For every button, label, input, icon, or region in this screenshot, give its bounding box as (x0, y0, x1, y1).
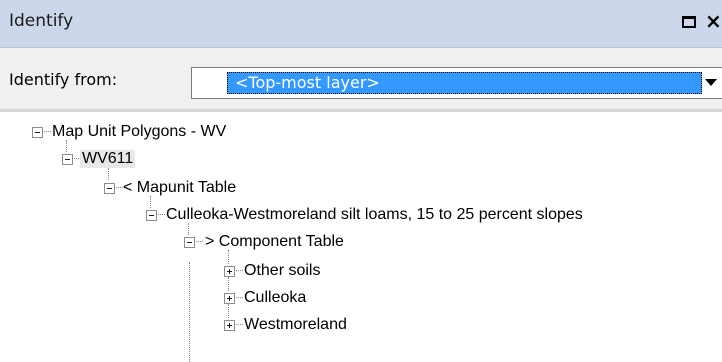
window-titlebar: Identify × (0, 0, 722, 48)
tree-node-other-soils[interactable]: Other soils (0, 262, 500, 284)
identify-from-dropdown[interactable]: <Top-most layer> (191, 67, 722, 99)
collapse-icon[interactable] (146, 210, 157, 221)
tree-node-component-table[interactable]: > Component Table (0, 233, 500, 255)
tree-dots (236, 270, 243, 271)
tree-node-wv611[interactable]: WV611 (0, 150, 300, 172)
tree-node-westmoreland[interactable]: Westmoreland (0, 316, 500, 338)
tree-node-mapunit-table[interactable]: < Mapunit Table (0, 179, 400, 201)
maximize-icon[interactable] (682, 16, 696, 28)
tree-dots (196, 241, 203, 242)
tree-node-label: Other soils (244, 262, 321, 279)
tree-dots (44, 131, 51, 132)
expand-icon[interactable] (224, 293, 235, 304)
tree-connector-line (228, 304, 229, 318)
tree-connector-line (228, 277, 229, 291)
tree-node-map-unit-polygons[interactable]: Map Unit Polygons - WV (0, 123, 400, 145)
chevron-down-icon[interactable] (705, 79, 717, 86)
identify-from-label: Identify from: (9, 70, 118, 89)
dropdown-selection: <Top-most layer> (227, 72, 702, 94)
tree-node-label: Culleoka-Westmoreland silt loams, 15 to … (166, 206, 583, 223)
tree-node-label: Westmoreland (244, 316, 347, 333)
tree-connector-line (228, 250, 229, 264)
results-tree[interactable]: Map Unit Polygons - WV WV611 < Mapunit T… (0, 112, 722, 362)
tree-connector-line (150, 196, 151, 208)
collapse-icon[interactable] (104, 183, 115, 194)
tree-dots (158, 214, 165, 215)
tree-node-label: < Mapunit Table (123, 179, 237, 196)
tree-dots (236, 297, 243, 298)
close-icon[interactable]: × (705, 9, 722, 33)
expand-icon[interactable] (224, 320, 235, 331)
tree-connector-line (188, 223, 189, 235)
tree-node-mapunit-name[interactable]: Culleoka-Westmoreland silt loams, 15 to … (0, 206, 720, 228)
collapse-icon[interactable] (184, 237, 195, 248)
tree-node-label: Culleoka (244, 289, 307, 306)
expand-icon[interactable] (224, 266, 235, 277)
tree-connector-line (66, 140, 67, 152)
tree-node-culleoka[interactable]: Culleoka (0, 289, 500, 311)
tree-connector-line (108, 168, 109, 180)
tree-dots (236, 324, 243, 325)
tree-node-label: > Component Table (205, 233, 344, 250)
collapse-icon[interactable] (62, 154, 73, 165)
window-title: Identify (9, 11, 74, 31)
collapse-icon[interactable] (32, 127, 43, 138)
identify-from-row: Identify from: <Top-most layer> (0, 48, 722, 110)
dropdown-selected-value: <Top-most layer> (235, 73, 380, 92)
tree-node-label: WV611 (80, 150, 136, 168)
tree-node-label: Map Unit Polygons - WV (52, 123, 227, 140)
tree-dots (116, 187, 123, 188)
